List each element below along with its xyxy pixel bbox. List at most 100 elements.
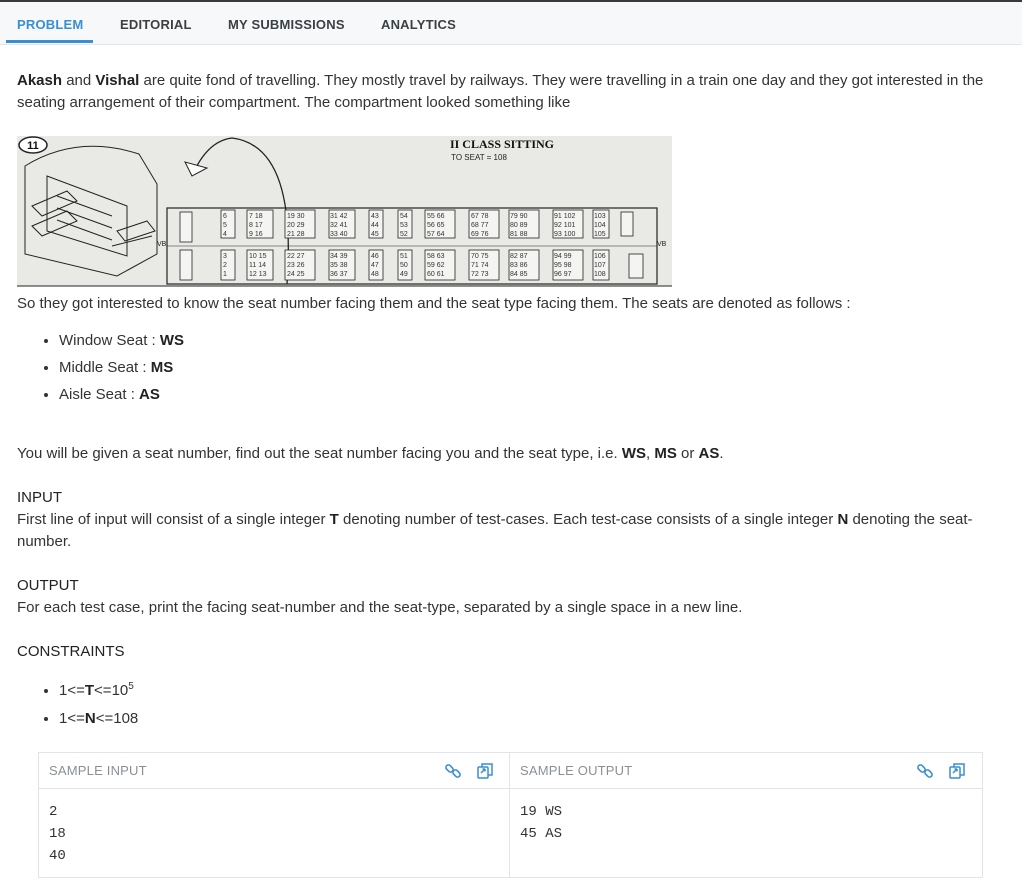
sample-output-header: SAMPLE OUTPUT	[510, 753, 982, 789]
constraint-exponent: 5	[128, 681, 134, 692]
intro-paragraph: Akash and Vishal are quite fond of trave…	[17, 70, 1002, 114]
svg-text:108: 108	[594, 271, 606, 278]
svg-text:67 78: 67 78	[471, 213, 489, 220]
var-t: T	[329, 511, 339, 528]
svg-text:21 28: 21 28	[287, 231, 305, 238]
svg-text:107: 107	[594, 262, 606, 269]
code-as: AS	[698, 445, 720, 462]
list-item-window-seat: Window Seat : WS	[59, 330, 184, 357]
constraint-text: 1<=	[59, 682, 85, 699]
task-end: .	[719, 445, 724, 462]
svg-text:11 14: 11 14	[249, 262, 266, 269]
svg-text:60 61: 60 61	[427, 271, 445, 278]
list-item-middle-seat: Middle Seat : MS	[59, 357, 184, 384]
input-section: INPUT First line of input will consist o…	[17, 487, 1002, 553]
tab-problem[interactable]: PROBLEM	[5, 2, 94, 43]
svg-text:56 65: 56 65	[427, 222, 445, 229]
tab-analytics[interactable]: ANALYTICS	[381, 2, 456, 42]
question-paragraph: So they got interested to know the seat …	[17, 295, 851, 312]
tab-editorial[interactable]: EDITORIAL	[120, 2, 192, 42]
svg-text:6: 6	[223, 213, 227, 220]
svg-text:23 26: 23 26	[287, 262, 305, 269]
code-ws: WS	[621, 445, 647, 462]
svg-text:83 86: 83 86	[510, 262, 528, 269]
seat-type-list: Window Seat : WS Middle Seat : MS Aisle …	[17, 330, 184, 411]
svg-text:1: 1	[223, 271, 227, 278]
svg-text:84 85: 84 85	[510, 271, 528, 278]
svg-text:71 74: 71 74	[471, 262, 489, 269]
constraint-var: N	[84, 710, 96, 727]
output-heading: OUTPUT	[17, 577, 79, 594]
svg-text:51: 51	[400, 253, 408, 260]
task-sep: or	[676, 445, 699, 462]
svg-text:68 77: 68 77	[471, 222, 489, 229]
copy-icon[interactable]	[475, 761, 495, 781]
svg-text:58 63: 58 63	[427, 253, 445, 260]
sample-input-panel: SAMPLE INPUT 2 18 40	[39, 753, 510, 877]
svg-text:9 16: 9 16	[249, 231, 263, 238]
seat-type-code: AS	[139, 386, 160, 403]
svg-text:81 88: 81 88	[510, 231, 528, 238]
figure-title: II CLASS SITTING	[450, 137, 554, 151]
sample-input-title: SAMPLE INPUT	[49, 763, 147, 778]
problem-tabs: PROBLEM EDITORIAL MY SUBMISSIONS ANALYTI…	[0, 2, 1022, 45]
svg-text:35 38: 35 38	[330, 262, 348, 269]
svg-text:103: 103	[594, 213, 606, 220]
svg-text:7 18: 7 18	[249, 213, 263, 220]
svg-text:8 17: 8 17	[249, 222, 263, 229]
seat-type-code: WS	[159, 332, 185, 349]
intro-and: and	[62, 72, 96, 89]
tab-my-submissions[interactable]: MY SUBMISSIONS	[228, 2, 345, 42]
var-n: N	[837, 511, 849, 528]
svg-text:52: 52	[400, 231, 408, 238]
svg-text:31 42: 31 42	[330, 213, 348, 220]
list-item-aisle-seat: Aisle Seat : AS	[59, 384, 184, 411]
svg-text:33 40: 33 40	[330, 231, 348, 238]
figure-badge: 11	[27, 140, 39, 152]
svg-text:4: 4	[223, 231, 227, 238]
svg-text:43: 43	[371, 213, 379, 220]
svg-text:49: 49	[400, 271, 408, 278]
svg-text:96 97: 96 97	[554, 271, 572, 278]
svg-text:32 41: 32 41	[330, 222, 348, 229]
svg-text:72 73: 72 73	[471, 271, 489, 278]
seat-type-label: Aisle Seat :	[59, 386, 140, 403]
sample-output-text: 19 WS 45 AS	[520, 804, 563, 842]
svg-text:82 87: 82 87	[510, 253, 528, 260]
svg-text:20 29: 20 29	[287, 222, 305, 229]
constraint-n: 1<=N<=108	[59, 708, 138, 736]
seat-type-label: Window Seat :	[59, 332, 160, 349]
link-icon[interactable]	[915, 761, 935, 781]
svg-text:59 62: 59 62	[427, 262, 445, 269]
task-paragraph: You will be given a seat number, find ou…	[17, 443, 1002, 465]
svg-text:92 101: 92 101	[554, 222, 576, 229]
svg-text:106: 106	[594, 253, 606, 260]
constraints-section: CONSTRAINTS	[17, 641, 1002, 663]
svg-text:36 37: 36 37	[330, 271, 348, 278]
svg-text:79 90: 79 90	[510, 213, 528, 220]
link-icon[interactable]	[443, 761, 463, 781]
svg-text:50: 50	[400, 262, 408, 269]
constraint-text: <=10	[94, 682, 129, 699]
constraint-t: 1<=T<=105	[59, 680, 138, 708]
svg-text:55 66: 55 66	[427, 213, 445, 220]
svg-text:54: 54	[400, 213, 408, 220]
svg-text:80 89: 80 89	[510, 222, 528, 229]
intro-text: are quite fond of travelling. They mostl…	[17, 72, 984, 111]
svg-text:53: 53	[400, 222, 408, 229]
sample-input-header: SAMPLE INPUT	[39, 753, 509, 789]
svg-text:2: 2	[223, 262, 227, 269]
constraints-list: 1<=T<=105 1<=N<=108	[17, 680, 138, 736]
svg-text:69 76: 69 76	[471, 231, 489, 238]
copy-icon[interactable]	[947, 761, 967, 781]
svg-text:70 75: 70 75	[471, 253, 489, 260]
sample-output-title: SAMPLE OUTPUT	[520, 763, 633, 778]
constraint-var: T	[84, 682, 95, 699]
sample-input-text: 2 18 40	[49, 804, 66, 864]
output-description: For each test case, print the facing sea…	[17, 599, 743, 616]
svg-text:57 64: 57 64	[427, 231, 445, 238]
svg-text:22 27: 22 27	[287, 253, 305, 260]
seat-type-label: Middle Seat :	[59, 359, 151, 376]
svg-text:93 100: 93 100	[554, 231, 576, 238]
svg-text:47: 47	[371, 262, 379, 269]
